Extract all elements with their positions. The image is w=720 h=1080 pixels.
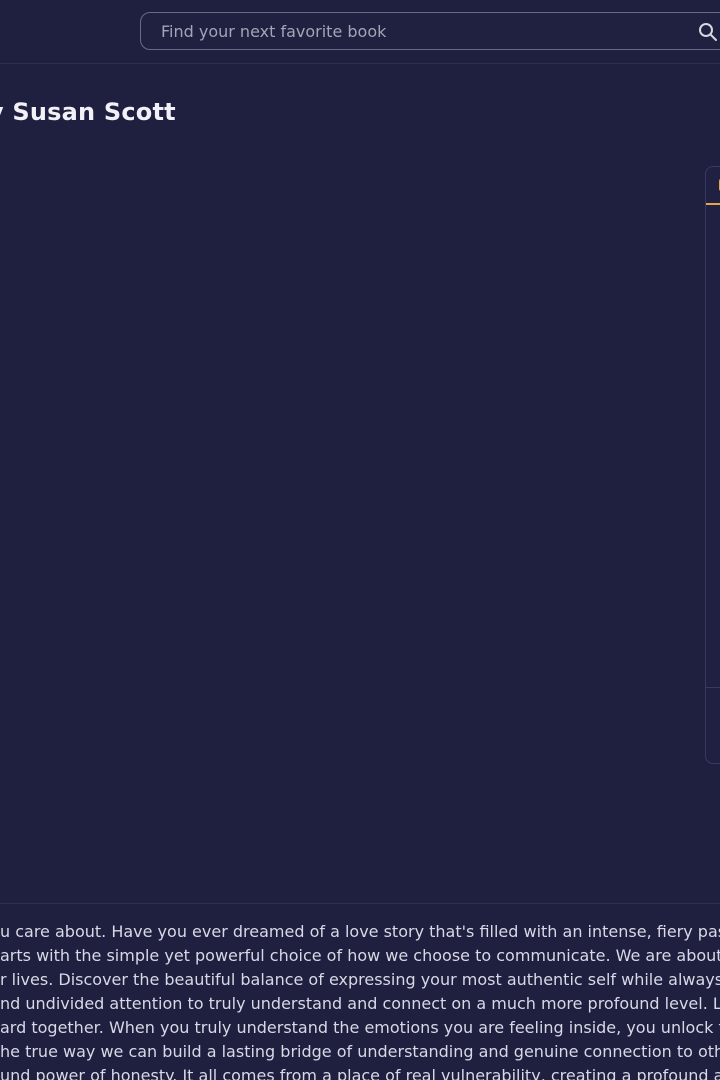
description-line: ard together. When you truly understand … [0, 1018, 720, 1037]
side-panel [705, 166, 720, 764]
description-line: arts with the simple yet powerful choice… [0, 946, 720, 965]
book-detail-page: y Susan Scott u care about. Have you eve… [0, 0, 720, 1080]
description-divider [0, 903, 720, 904]
description-line: u care about. Have you ever dreamed of a… [0, 922, 720, 941]
top-bar [0, 0, 720, 64]
description-line: r lives. Discover the beautiful balance … [0, 970, 720, 989]
search-input[interactable] [141, 13, 720, 49]
search-bar[interactable] [140, 12, 720, 50]
description-line: he true way we can build a lasting bridg… [0, 1042, 720, 1061]
book-description: u care about. Have you ever dreamed of a… [0, 920, 720, 1080]
panel-tab-underline [706, 203, 720, 205]
description-line: nd undivided attention to truly understa… [0, 994, 720, 1013]
book-title: y Susan Scott [0, 98, 176, 126]
description-line: und power of honesty. It all comes from … [0, 1066, 720, 1080]
search-icon[interactable] [698, 22, 718, 42]
panel-divider [706, 687, 720, 688]
